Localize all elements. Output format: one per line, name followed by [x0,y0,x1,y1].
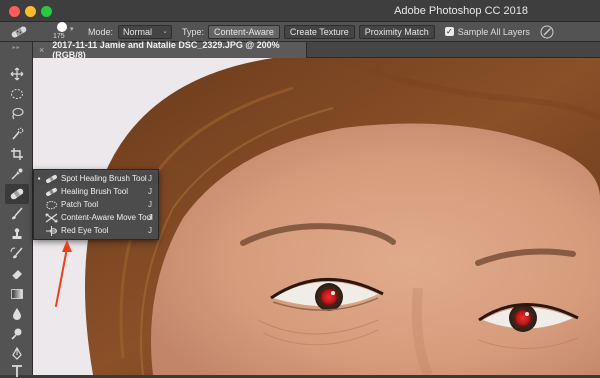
lasso-icon [12,107,24,120]
window-close-button[interactable] [9,6,20,17]
flyout-item-label: Red Eye Tool [61,226,109,235]
gradient-icon [11,289,23,299]
move-tool[interactable] [5,64,29,84]
content-aware-move-icon [44,212,58,223]
eyedropper-icon [11,168,23,180]
type-tool[interactable] [5,364,29,378]
pressure-button[interactable] [540,25,554,39]
quick-select-icon [12,127,24,140]
flyout-item-label: Healing Brush Tool [61,187,129,196]
flyout-item-label: Spot Healing Brush Tool [61,174,147,183]
clone-stamp-tool[interactable] [5,224,29,244]
eraser-tool[interactable] [5,264,29,284]
chevron-down-icon: ⌄ [162,27,169,35]
healing-tool[interactable] [5,184,29,204]
brush-icon [12,207,23,220]
history-brush-icon [10,247,23,259]
spot-healing-brush-icon [44,173,58,184]
red-eye-icon [44,225,58,236]
type-proximity-match-button[interactable]: Proximity Match [358,24,435,39]
app-title: Adobe Photoshop CC 2018 [394,5,528,17]
pen-icon [12,347,22,360]
pen-tool[interactable] [5,344,29,364]
shortcut-key: J [148,226,152,235]
flyout-item-content-aware-move[interactable]: Content-Aware Move Tool J [34,211,158,224]
flyout-item-patch[interactable]: Patch Tool J [34,198,158,211]
blur-drop-icon [13,308,21,320]
type-icon [12,365,22,377]
tools-panel: ▸▸ [0,42,33,378]
bandage-icon [10,188,24,200]
mode-label: Mode: [88,26,114,37]
pressure-icon [540,25,554,38]
document-tab-bar: × 2017-11-11 Jamie and Natalie DSC_2329.… [33,40,600,60]
shortcut-key: J [148,174,152,183]
brush-size-value: 175 [53,32,65,40]
healing-brush-icon [44,186,58,197]
type-create-texture-button[interactable]: Create Texture [283,24,355,39]
crop-icon [11,148,23,160]
marquee-icon [11,89,23,99]
type-label: Type: [182,26,205,37]
crop-tool[interactable] [5,144,29,164]
close-icon[interactable]: × [39,45,44,55]
window-zoom-button[interactable] [41,6,52,17]
move-icon [10,67,24,81]
flyout-item-spot-healing-brush[interactable]: ▪ Spot Healing Brush Tool J [34,172,158,185]
patch-icon [44,199,58,210]
eyedropper-tool[interactable] [5,164,29,184]
panel-grip[interactable]: ▸▸ [0,42,33,52]
brush-tip-preview [57,21,67,32]
mode-value: Normal [123,26,153,37]
flyout-item-red-eye[interactable]: Red Eye Tool J [34,224,158,237]
window-minimize-button[interactable] [25,6,36,17]
lasso-tool[interactable] [5,104,29,124]
flyout-item-healing-brush[interactable]: Healing Brush Tool J [34,185,158,198]
active-tool-bullet: ▪ [37,174,41,183]
title-bar: Adobe Photoshop CC 2018 [0,0,600,22]
stamp-icon [12,228,22,239]
brush-preset-picker[interactable]: 175 ▾ [48,21,76,42]
brush-tool[interactable] [5,204,29,224]
blur-tool[interactable] [5,304,29,324]
marquee-tool[interactable] [5,84,29,104]
shortcut-key: J [148,213,152,222]
sample-all-layers-checkbox[interactable]: ✓ Sample All Layers [444,26,530,37]
flyout-item-label: Content-Aware Move Tool [61,213,153,222]
dodge-tool[interactable] [5,324,29,344]
history-brush-tool[interactable] [5,244,29,264]
chevron-down-icon: ▾ [70,25,74,33]
type-content-aware-button[interactable]: Content-Aware [208,24,280,39]
healing-tools-flyout: ▪ Spot Healing Brush Tool J Healing Brus… [33,169,159,240]
flyout-item-label: Patch Tool [61,200,99,209]
quick-select-tool[interactable] [5,124,29,144]
options-bar: 175 ▾ Mode: Normal ⌄ Type: Content-Aware… [0,21,600,42]
checkmark-icon: ✓ [444,27,454,36]
shortcut-key: J [148,200,152,209]
shortcut-key: J [148,187,152,196]
eraser-icon [11,270,22,280]
gradient-tool[interactable] [5,284,29,304]
sample-all-layers-label: Sample All Layers [457,26,530,37]
spot-healing-brush-icon [11,26,27,37]
document-title: 2017-11-11 Jamie and Natalie DSC_2329.JP… [52,40,280,60]
dodge-icon [11,328,22,340]
mode-select[interactable]: Normal ⌄ [118,24,173,39]
document-tab[interactable]: × 2017-11-11 Jamie and Natalie DSC_2329.… [33,40,307,60]
tool-preset-picker[interactable] [6,23,32,41]
